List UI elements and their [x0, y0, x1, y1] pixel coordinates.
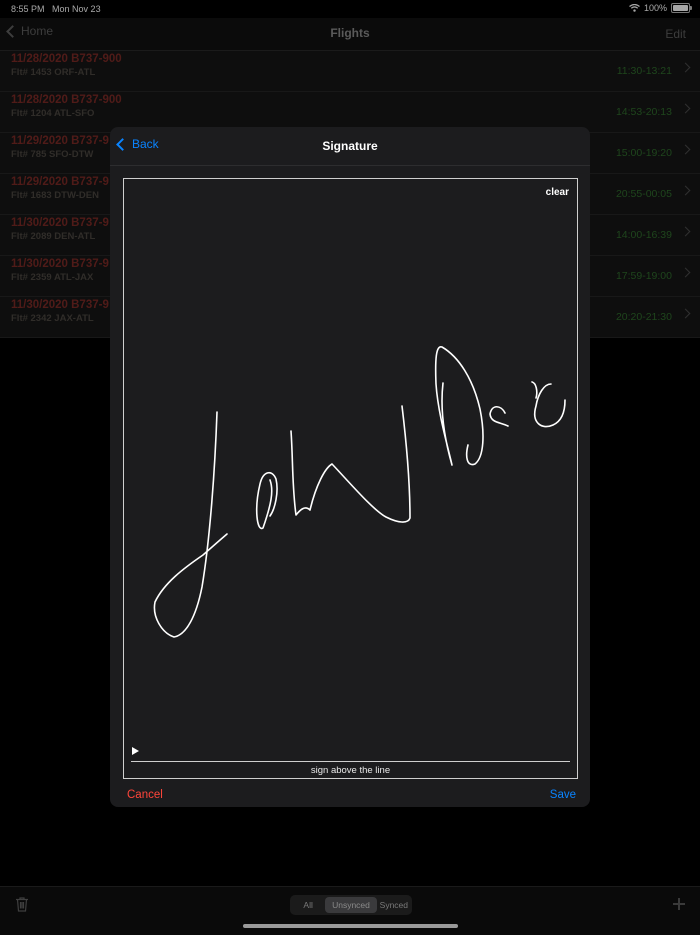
signature-caption: sign above the line [310, 765, 391, 776]
signature-drawing [153, 346, 566, 638]
segment-synced[interactable]: Synced [377, 897, 411, 913]
signature-canvas[interactable]: clear sign above the line [123, 178, 578, 779]
signature-baseline [131, 761, 570, 762]
sync-filter-segmented-control: All Unsynced Synced [290, 895, 412, 915]
modal-title: Signature [322, 139, 378, 153]
signature-modal: Back Signature clear sign above the line… [110, 127, 590, 807]
home-indicator[interactable] [243, 924, 458, 928]
modal-header: Back Signature [110, 127, 590, 166]
play-icon [132, 747, 139, 755]
trash-icon[interactable] [14, 896, 30, 912]
cancel-button[interactable]: Cancel [127, 789, 163, 801]
save-button[interactable]: Save [550, 789, 576, 801]
segment-all[interactable]: All [291, 897, 325, 913]
add-icon[interactable] [673, 898, 685, 910]
segment-unsynced[interactable]: Unsynced [325, 897, 377, 913]
